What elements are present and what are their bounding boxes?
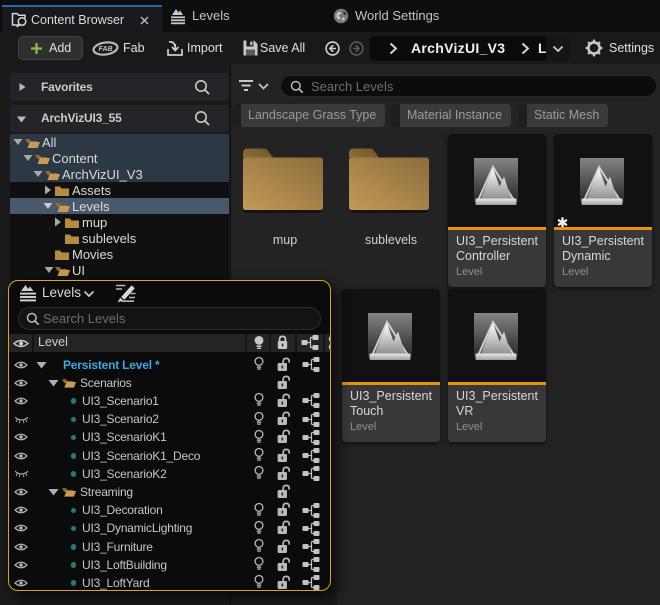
svg-text:FAB: FAB	[99, 46, 113, 53]
